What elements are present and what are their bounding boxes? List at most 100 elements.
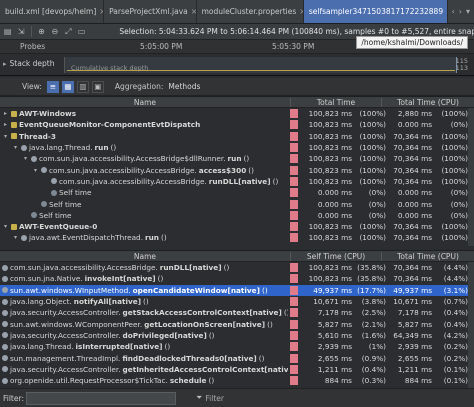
hot-spot-row[interactable]: java.lang.Thread. isInterrupted[native] (… (0, 341, 474, 352)
method-suffix: () (110, 143, 117, 153)
editor-tab[interactable]: moduleCluster.properties× (197, 0, 304, 23)
filter-icon[interactable]: ⏷ (196, 393, 202, 403)
tree-row[interactable]: ▾ java.lang.Thread. run () 100,823 ms (100%)… (0, 142, 474, 153)
zoom-out-icon[interactable]: ⊖ (49, 26, 60, 38)
cpu-time-percent: (0%) (450, 199, 468, 209)
self-time-percent: (2.5%) (361, 308, 386, 318)
collapse-all-button[interactable]: ▣ (91, 80, 104, 93)
tree-row[interactable]: Self time 0.000 ms (0%) 0.000 ms (0%) (0, 198, 474, 209)
total-time: 100,823 ms (308, 154, 352, 164)
method-class: java.security.AccessController. (10, 308, 121, 318)
expanded-icon[interactable]: ▾ (12, 144, 19, 151)
method-identifier: AWT-Windows (19, 109, 77, 119)
time-bar (290, 233, 298, 243)
hot-spot-row[interactable]: java.security.AccessController. getInheri… (0, 364, 474, 375)
chevron-left-icon[interactable]: ‹ (452, 7, 455, 16)
time-bar (290, 120, 298, 130)
editor-tab[interactable]: selfsampler3471503817172232889× (303, 0, 448, 23)
chevron-right-icon[interactable]: › (459, 7, 462, 16)
method-identifier: isInterrupted[native] (75, 342, 163, 352)
total-time: 100,823 ms (308, 120, 352, 130)
hot-spot-row[interactable]: java.lang.Object. notifyAll[native] () 10,… (0, 296, 474, 307)
hot-spot-row[interactable]: sun.awt.windows.WInputMethod. openCandida… (0, 284, 474, 296)
call-tree-scrollbar[interactable] (468, 108, 474, 246)
hot-spot-row[interactable]: com.sun.jna.Native. invokeInt[native] () 1… (0, 273, 474, 284)
method-class: sun.awt.windows.WComponentPeer. (10, 319, 143, 329)
save-icon[interactable]: ▤ (2, 26, 13, 38)
method-identifier: Thread-3 (19, 131, 56, 141)
collapsed-icon[interactable]: ▸ (2, 110, 9, 117)
hot-spot-row[interactable]: java.security.AccessController. getStackA… (0, 307, 474, 318)
view-toolbar: View: ≡ ▦ ▥ ▣ Aggregation: Methods (0, 78, 474, 96)
hot-spots-scrollbar[interactable] (468, 262, 474, 388)
cpu-time: 70,364 ms (393, 143, 432, 153)
method-suffix: Self time (59, 188, 92, 198)
filter-input[interactable] (26, 391, 176, 405)
call-tree-view-button[interactable]: ≡ (46, 80, 59, 93)
total-time: 100,823 ms (308, 131, 352, 141)
method-name: com.sun.java.accessibility.AccessBridge.… (0, 263, 288, 272)
tree-row[interactable]: ▾ com.sun.java.accessibility.AccessBridge… (0, 153, 474, 164)
zoom-in-icon[interactable]: ⊕ (36, 26, 47, 38)
hot-spot-row[interactable]: org.openide.util.RequestProcessor$TickTa… (0, 375, 474, 386)
method-class: java.lang.Thread. (29, 143, 93, 153)
hot-spot-row[interactable]: sun.management.ThreadImpl. findDeadlocked… (0, 352, 474, 363)
total-time: 100,823 ms (308, 176, 352, 186)
method-name: ▾ java.lang.Thread. run () (0, 143, 288, 152)
tree-row[interactable]: com.sun.java.accessibility.AccessBridge.… (0, 176, 474, 187)
column-total-cpu[interactable]: Total Time (CPU) (381, 251, 474, 261)
cpu-time-percent: (100%) (441, 154, 468, 164)
tree-row[interactable]: ▾ AWT-EventQueue-0 100,823 ms (100%) 70,364 … (0, 221, 474, 232)
aggregation-select[interactable]: Methods (168, 82, 200, 91)
time-bar (290, 165, 298, 175)
expanded-icon[interactable]: ▾ (2, 133, 9, 140)
editor-tab[interactable]: build.xml [devops/helm]× (0, 0, 105, 23)
method-identifier: access$300 (198, 165, 247, 175)
column-self-time[interactable]: Self Time (CPU) (290, 251, 381, 261)
hot-spots-view-button[interactable]: ▦ (61, 80, 74, 93)
tree-row[interactable]: Self time 0.000 ms (0%) 0.000 ms (0%) (0, 210, 474, 221)
total-cpu-percent: (4.4%) (443, 274, 468, 284)
filter-label: Filter: (3, 393, 24, 403)
fit-icon[interactable]: ⤢ (63, 26, 74, 38)
column-name[interactable]: Name (0, 98, 290, 107)
total-cpu-percent: (0.4%) (443, 319, 468, 329)
chevron-down-icon[interactable]: ▾ (466, 7, 470, 16)
column-name[interactable]: Name (0, 252, 290, 261)
tree-row[interactable]: ▾ java.awt.EventDispatchThread. run () 100,… (0, 232, 474, 243)
tree-row[interactable]: ▾ com.sun.java.accessibility.AccessBridge… (0, 164, 474, 175)
select-icon[interactable]: ▭ (76, 26, 87, 38)
method-suffix: () (164, 342, 171, 352)
method-name: ▸ AWT-Windows (0, 109, 288, 118)
editor-tab[interactable]: ParseProjectXml.java× (104, 0, 197, 23)
method-suffix: Self time (49, 199, 82, 209)
hot-spot-row[interactable]: sun.awt.windows.WComponentPeer. getLocati… (0, 318, 474, 329)
method-icon (31, 155, 37, 162)
combined-view-button[interactable]: ▥ (76, 80, 89, 93)
column-total-cpu[interactable]: Total Time (CPU) (381, 97, 474, 107)
cpu-time: 70,364 ms (393, 165, 432, 175)
total-time-percent: (100%) (359, 131, 386, 141)
tree-row[interactable]: Self time 0.000 ms (0%) 0.000 ms (0%) (0, 187, 474, 198)
collapsed-icon[interactable]: ▸ (2, 121, 9, 128)
method-class: java.lang.Thread. (10, 342, 74, 352)
hot-spot-row[interactable]: com.sun.java.accessibility.AccessBridge.… (0, 262, 474, 273)
method-suffix: () (243, 154, 250, 164)
collapse-icon[interactable]: ▸ (3, 60, 7, 68)
tree-row[interactable]: ▸ AWT-Windows 100,823 ms (100%) 2,880 ms (100… (0, 108, 474, 119)
expanded-icon[interactable]: ▾ (2, 223, 9, 230)
view-label: View: (22, 82, 42, 91)
method-name: ▾ java.awt.EventDispatchThread. run () (0, 233, 288, 242)
self-icon (51, 189, 57, 196)
expanded-icon[interactable]: ▾ (32, 167, 39, 174)
export-icon[interactable]: ⇲ (15, 26, 26, 38)
column-total-time[interactable]: Total Time (290, 97, 381, 107)
timeline-track[interactable]: Cumulative stack depth 115 113 (64, 57, 474, 73)
expanded-icon[interactable]: ▾ (22, 155, 29, 162)
expanded-icon[interactable]: ▾ (12, 234, 19, 241)
tree-row[interactable]: ▸ EventQueueMonitor-ComponentEvtDispatch 1… (0, 119, 474, 130)
total-time-percent: (0%) (368, 199, 386, 209)
hot-spot-row[interactable]: java.security.AccessController. doPrivile… (0, 330, 474, 341)
self-time-percent: (0.3%) (361, 376, 386, 386)
tree-row[interactable]: ▾ Thread-3 100,823 ms (100%) 70,364 ms (100%) (0, 131, 474, 142)
